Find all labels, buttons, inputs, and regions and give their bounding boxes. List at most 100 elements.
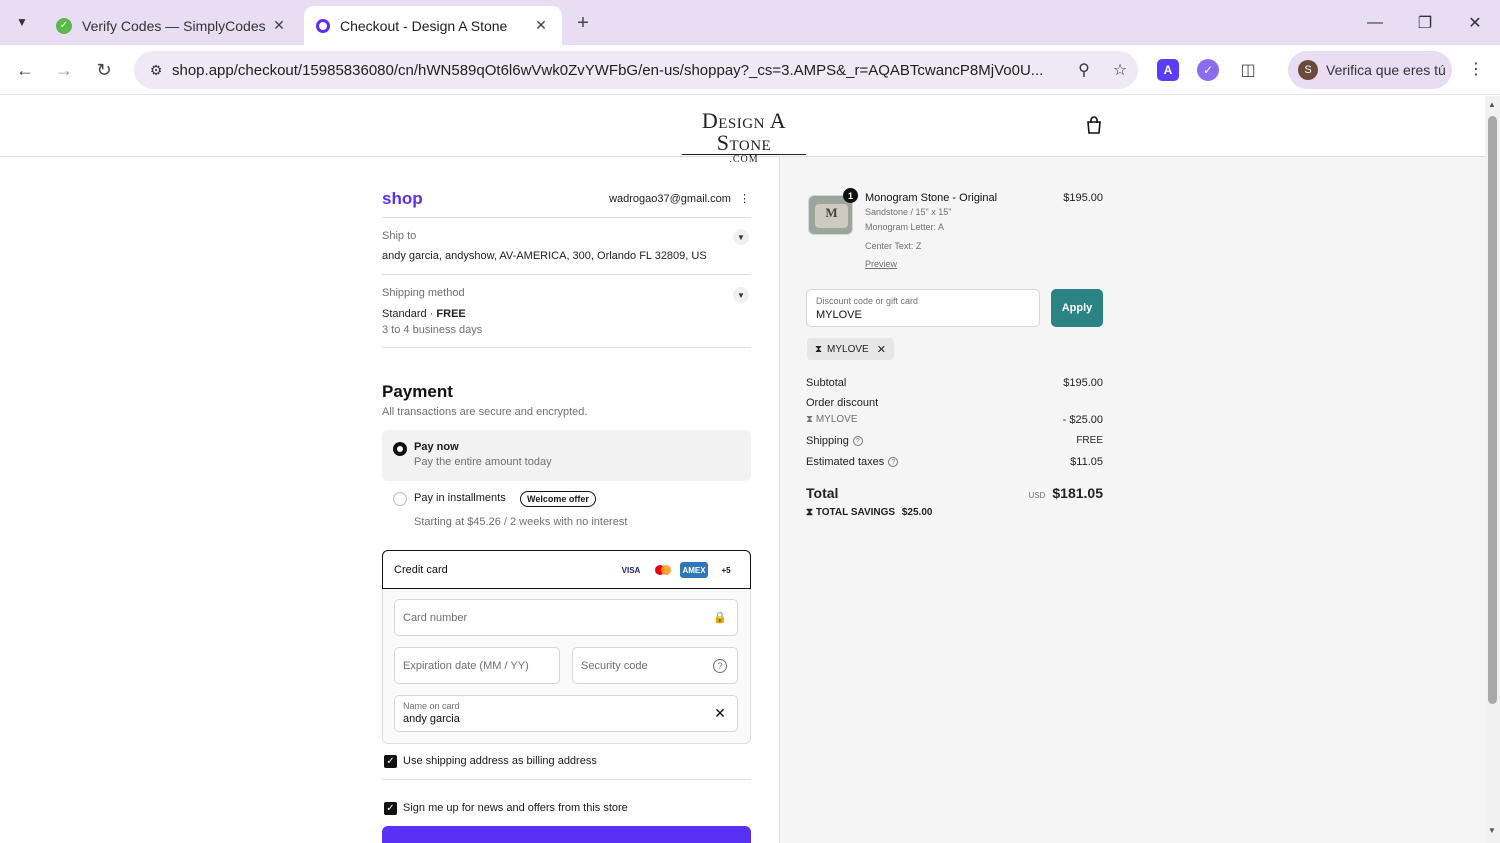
new-tab-plus-icon[interactable]: + xyxy=(570,10,596,36)
browser-toolbar: ← → ↻ ⚙ shop.app/checkout/15985836080/cn… xyxy=(0,45,1500,95)
shopping-bag-icon[interactable] xyxy=(1086,116,1102,134)
lock-icon: 🔒 xyxy=(713,612,727,624)
extension-a-icon[interactable]: A xyxy=(1157,59,1179,81)
help-question-icon[interactable]: ? xyxy=(713,659,727,673)
bookmark-star-icon[interactable]: ☆ xyxy=(1102,60,1138,80)
taxes-value: $11.05 xyxy=(1070,456,1103,468)
store-header: Design A Stone .COM xyxy=(0,96,1485,165)
page-scrollbar[interactable]: ▲ ▼ xyxy=(1485,96,1500,843)
profile-button[interactable]: S Verifica que eres tú xyxy=(1288,51,1452,89)
savings-value: $25.00 xyxy=(901,507,933,518)
back-arrow-icon[interactable]: ← xyxy=(12,57,38,83)
billing-checkbox[interactable]: ✓ xyxy=(384,755,397,768)
applied-discount-chip: ⧗ MYLOVE ✕ xyxy=(807,338,894,360)
installments-radio[interactable] xyxy=(393,492,407,506)
close-tab-icon[interactable]: ✕ xyxy=(270,17,288,34)
installments-desc: Starting at $45.26 / 2 weeks with no int… xyxy=(414,516,628,528)
preview-link[interactable]: Preview xyxy=(865,259,897,269)
help-question-icon[interactable]: ? xyxy=(888,457,899,468)
shipping-method-value: Standard · FREE xyxy=(382,308,466,320)
scroll-up-arrow-icon[interactable]: ▲ xyxy=(1488,100,1496,109)
apply-discount-button[interactable]: Apply xyxy=(1051,289,1103,327)
pay-button[interactable] xyxy=(382,826,751,843)
tab-checkout[interactable]: Checkout - Design A Stone ✕ xyxy=(304,6,562,45)
savings-label: TOTAL SAVINGS xyxy=(815,507,896,518)
shipping-value: FREE xyxy=(1076,435,1103,446)
ship-to-chevron-down-icon[interactable]: ▼ xyxy=(733,229,749,245)
tag-icon: ⧗ xyxy=(815,343,823,355)
clear-x-icon[interactable]: ✕ xyxy=(713,705,727,721)
credit-card-option[interactable]: Credit card VISA AMEX +5 xyxy=(382,550,751,589)
url-text[interactable]: shop.app/checkout/15985836080/cn/hWN589q… xyxy=(172,62,1066,79)
account-menu-kebab-icon[interactable]: ⋮ xyxy=(739,193,750,205)
zoom-magnifier-icon[interactable]: ⚲ xyxy=(1066,60,1102,80)
pay-now-radio[interactable] xyxy=(393,442,407,456)
extension-simplycodes-icon[interactable]: ✓ xyxy=(1197,59,1219,81)
scrollbar-thumb[interactable] xyxy=(1488,116,1497,704)
reload-icon[interactable]: ↻ xyxy=(91,57,117,83)
site-settings-icon[interactable]: ⚙ xyxy=(140,62,172,79)
security-code-field[interactable]: Security code ? xyxy=(572,647,738,684)
payment-subtitle: All transactions are secure and encrypte… xyxy=(382,406,588,418)
applied-discount-code: MYLOVE xyxy=(827,343,869,355)
subtotal-label: Subtotal xyxy=(806,377,847,389)
pay-now-desc: Pay the entire amount today xyxy=(414,456,552,468)
shop-favicon-icon xyxy=(316,18,330,33)
subtotal-value: $195.00 xyxy=(1063,377,1103,389)
taxes-row: Estimated taxes? $11.05 xyxy=(806,456,1103,468)
scroll-down-arrow-icon[interactable]: ▼ xyxy=(1488,826,1496,835)
expiration-date-field[interactable]: Expiration date (MM / YY) xyxy=(394,647,560,684)
shipping-method-price: FREE xyxy=(436,308,466,320)
divider xyxy=(382,779,751,780)
divider xyxy=(382,347,751,348)
forward-arrow-icon[interactable]: → xyxy=(51,57,77,83)
name-on-card-field[interactable]: Name on card andy garcia ✕ xyxy=(394,695,738,732)
name-on-card-value[interactable]: andy garcia xyxy=(403,713,460,725)
newsletter-checkbox[interactable]: ✓ xyxy=(384,802,397,815)
total-amount-group: USD $181.05 xyxy=(1028,485,1103,501)
currency-code: USD xyxy=(1028,491,1046,500)
tab-verify-codes[interactable]: ✓ Verify Codes — SimplyCodes ✕ xyxy=(44,6,300,45)
savings-row: ⧗ TOTAL SAVINGS $25.00 xyxy=(806,507,1103,518)
newsletter-checkbox-label: Sign me up for news and offers from this… xyxy=(403,802,628,814)
welcome-offer-badge: Welcome offer xyxy=(520,491,596,507)
close-tab-icon[interactable]: ✕ xyxy=(532,17,550,34)
total-label: Total xyxy=(806,485,839,501)
payment-heading: Payment xyxy=(382,382,453,401)
help-question-icon[interactable]: ? xyxy=(852,436,863,447)
pay-now-option[interactable]: Pay now Pay the entire amount today xyxy=(382,430,751,481)
checkout-page: Design A Stone .COM shop wadrogao37@gmai… xyxy=(0,96,1485,843)
browser-menu-icon[interactable]: ⋮ xyxy=(1466,59,1486,81)
product-variant: Sandstone / 15" x 15" xyxy=(865,207,952,217)
divider xyxy=(382,217,751,218)
card-number-field[interactable]: Card number 🔒 xyxy=(394,599,738,636)
visa-icon: VISA xyxy=(618,562,644,578)
account-email[interactable]: wadrogao37@gmail.com ⋮ xyxy=(560,192,750,205)
discount-code-row: ⧗ MYLOVE - $25.00 xyxy=(806,414,1103,426)
avatar: S xyxy=(1298,60,1318,80)
address-bar[interactable]: ⚙ shop.app/checkout/15985836080/cn/hWN58… xyxy=(134,51,1138,89)
amex-icon: AMEX xyxy=(680,562,708,578)
remove-discount-x-icon[interactable]: ✕ xyxy=(877,343,886,356)
name-on-card-label: Name on card xyxy=(403,701,460,711)
shipping-label: Shipping xyxy=(806,435,849,447)
tag-icon: ⧗ xyxy=(806,414,814,425)
shipping-method-chevron-down-icon[interactable]: ▼ xyxy=(733,287,749,303)
close-window-icon[interactable]: ✕ xyxy=(1460,10,1490,36)
restore-icon[interactable]: ❐ xyxy=(1410,10,1440,36)
shop-pay-logo: shop xyxy=(382,189,423,208)
product-center-text: Center Text: Z xyxy=(865,241,922,251)
tab-search-chevron-icon[interactable]: ▼ xyxy=(8,8,36,36)
minimize-icon[interactable]: — xyxy=(1360,10,1390,36)
ship-to-label: Ship to xyxy=(382,230,417,242)
taxes-label: Estimated taxes xyxy=(806,456,885,468)
discount-code-field[interactable]: Discount code or gift card MYLOVE xyxy=(806,289,1040,327)
shipping-row: Shipping? FREE xyxy=(806,435,1103,447)
discount-code-value[interactable]: MYLOVE xyxy=(816,309,862,321)
card-number-placeholder: Card number xyxy=(403,612,468,624)
subtotal-row: Subtotal $195.00 xyxy=(806,377,1103,389)
extensions-puzzle-icon[interactable]: ◫ xyxy=(1237,59,1259,81)
installments-label: Pay in installments xyxy=(414,492,506,504)
browser-tab-bar: ▼ ✓ Verify Codes — SimplyCodes ✕ Checkou… xyxy=(0,0,1500,45)
store-logo[interactable]: Design A Stone .COM xyxy=(676,110,812,165)
